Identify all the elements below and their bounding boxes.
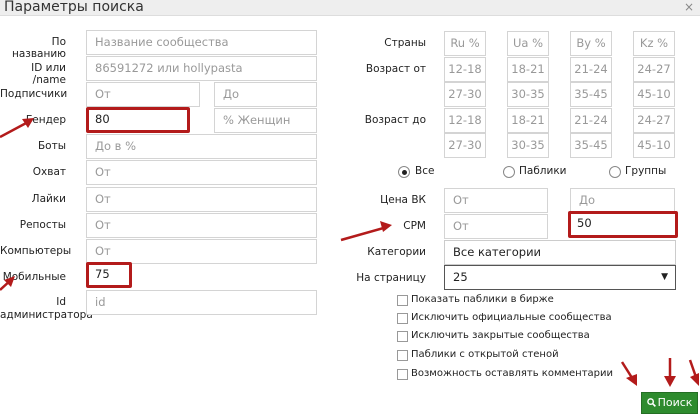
country-ua-input[interactable]: Ua % [507, 31, 549, 56]
per-page-label: На страницу [356, 272, 426, 284]
computers-input[interactable]: От [86, 239, 317, 264]
age-from-27-30[interactable]: 27-30 [444, 82, 486, 107]
chevron-down-icon: ▼ [661, 272, 668, 282]
id-name-label: ID или /name [31, 62, 66, 86]
admin-id-label-line2: администратора [0, 309, 93, 321]
close-icon[interactable]: × [684, 0, 694, 14]
type-all-label: Все [415, 165, 435, 177]
checkbox-exclude-official[interactable] [397, 313, 408, 324]
age-to-35-45[interactable]: 35-45 [570, 133, 612, 158]
age-from-35-45[interactable]: 35-45 [570, 82, 612, 107]
cpm-from-input[interactable]: От [444, 214, 548, 239]
checkbox-exclude-closed-label: Исключить закрытые сообщества [411, 330, 590, 341]
checkbox-allow-comments[interactable] [397, 369, 408, 380]
price-vk-label: Цена ВК [380, 194, 426, 206]
likes-input[interactable]: От [86, 187, 317, 212]
gender-suffix-field: % Женщин [214, 108, 317, 133]
age-from-label: Возраст от [365, 63, 426, 75]
age-to-45-10[interactable]: 45-10 [633, 133, 675, 158]
search-icon [646, 398, 656, 407]
reach-label: Охват [32, 166, 66, 178]
search-button[interactable]: Поиск [641, 392, 698, 414]
age-to-30-35[interactable]: 30-35 [507, 133, 549, 158]
checkbox-exclude-closed[interactable] [397, 331, 408, 342]
by-name-input[interactable]: Название сообщества [86, 30, 317, 55]
type-groups-label: Группы [625, 165, 667, 177]
checkbox-show-publics-exchange-label: Показать паблики в бирже [411, 294, 554, 305]
age-from-24-27[interactable]: 24-27 [633, 57, 675, 82]
checkbox-exclude-official-label: Исключить официальные сообщества [411, 312, 612, 323]
age-from-21-24[interactable]: 21-24 [570, 57, 612, 82]
gender-label: Гендер [25, 114, 66, 126]
categories-value: Все категории [453, 245, 542, 259]
per-page-value: 25 [453, 270, 468, 284]
checkbox-open-wall[interactable] [397, 350, 408, 361]
age-to-27-30[interactable]: 27-30 [444, 133, 486, 158]
age-to-21-24[interactable]: 21-24 [570, 108, 612, 133]
type-groups-radio[interactable] [609, 166, 621, 178]
age-from-18-21[interactable]: 18-21 [507, 57, 549, 82]
bots-label: Боты [37, 140, 66, 152]
country-ru-input[interactable]: Ru % [444, 31, 486, 56]
type-publics-radio[interactable] [503, 166, 515, 178]
checkbox-allow-comments-label: Возможность оставлять комментарии [411, 368, 614, 379]
cpm-to-input[interactable]: 50 [568, 211, 678, 238]
reposts-label: Репосты [19, 219, 66, 231]
price-vk-to-input[interactable]: До [570, 188, 675, 213]
categories-label: Категории [367, 246, 426, 258]
computers-label: Компьютеры [0, 245, 72, 257]
dialog-titlebar: Параметры поиска × [0, 0, 700, 16]
age-from-30-35[interactable]: 30-35 [507, 82, 549, 107]
categories-select[interactable]: Все категории [444, 240, 676, 265]
subscribers-to-input[interactable]: До [214, 82, 317, 107]
reposts-input[interactable]: От [86, 213, 317, 238]
per-page-select[interactable]: 25 ▼ [444, 265, 676, 290]
admin-id-input[interactable]: id [86, 290, 317, 315]
checkbox-open-wall-label: Паблики с открытой стеной [411, 349, 559, 360]
age-from-12-18[interactable]: 12-18 [444, 57, 486, 82]
reach-input[interactable]: От [86, 160, 317, 185]
age-to-label: Возраст до [364, 114, 426, 126]
search-button-label: Поиск [657, 396, 693, 409]
type-all-radio[interactable] [398, 166, 410, 178]
by-name-label: По названию [11, 36, 66, 60]
age-to-12-18[interactable]: 12-18 [444, 108, 486, 133]
subscribers-from-input[interactable]: От [86, 82, 200, 107]
id-name-input[interactable]: 86591272 или hollypasta [86, 56, 317, 81]
mobile-label: Мобильные [2, 271, 66, 283]
age-from-45-10[interactable]: 45-10 [633, 82, 675, 107]
likes-label: Лайки [31, 193, 66, 205]
age-to-24-27[interactable]: 24-27 [633, 108, 675, 133]
countries-label: Страны [384, 37, 426, 49]
age-to-18-21[interactable]: 18-21 [507, 108, 549, 133]
country-by-input[interactable]: By % [570, 31, 612, 56]
mobile-input[interactable]: 75 [86, 262, 132, 288]
checkbox-show-publics-exchange[interactable] [397, 295, 408, 306]
country-kz-input[interactable]: Kz % [633, 31, 675, 56]
cpm-label: CPM [403, 220, 426, 232]
gender-input[interactable]: 80 [86, 107, 190, 133]
dialog-title: Параметры поиска [4, 0, 144, 15]
admin-id-label-line1: Id [56, 296, 66, 308]
subscribers-label: Подписчики [0, 88, 68, 100]
type-publics-label: Паблики [519, 165, 567, 177]
price-vk-from-input[interactable]: От [444, 188, 548, 213]
bots-input[interactable]: До в % [86, 134, 317, 159]
